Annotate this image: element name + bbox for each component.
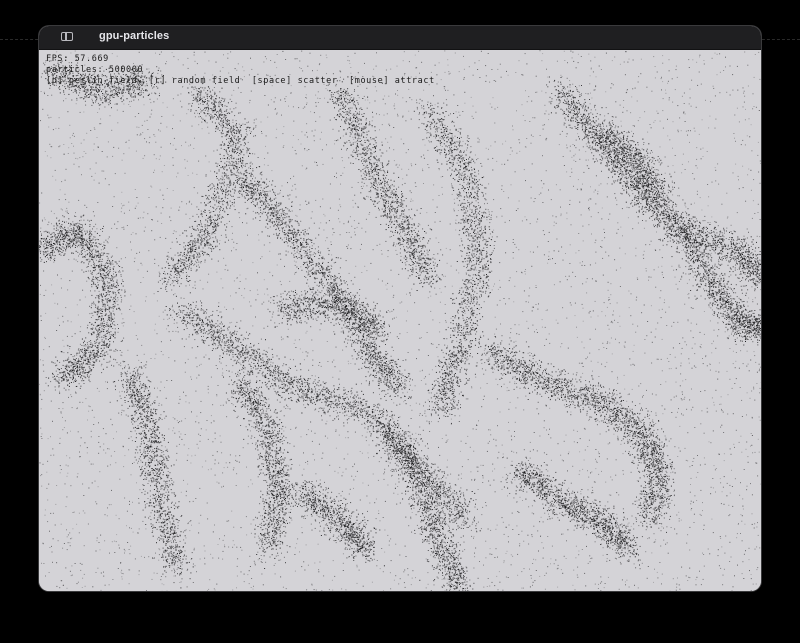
controls-hint: [p] perlin field [r] random field [space… [46,76,435,87]
app-window: gpu-particles FPS: 57.669 particles: 5000… [39,26,761,591]
desktop: gpu-particles FPS: 57.669 particles: 5000… [0,0,800,643]
fps-readout: FPS: 57.669 [46,54,435,65]
particle-count: particles: 500000 [46,65,435,76]
particle-field [39,50,761,591]
hud-overlay: FPS: 57.669 particles: 500000 [p] perlin f… [46,54,435,87]
window-title: gpu-particles [99,30,169,42]
particle-canvas[interactable]: FPS: 57.669 particles: 500000 [p] perlin f… [39,50,761,591]
sidebar-toggle-icon[interactable] [61,32,73,41]
window-titlebar[interactable]: gpu-particles [39,26,761,50]
